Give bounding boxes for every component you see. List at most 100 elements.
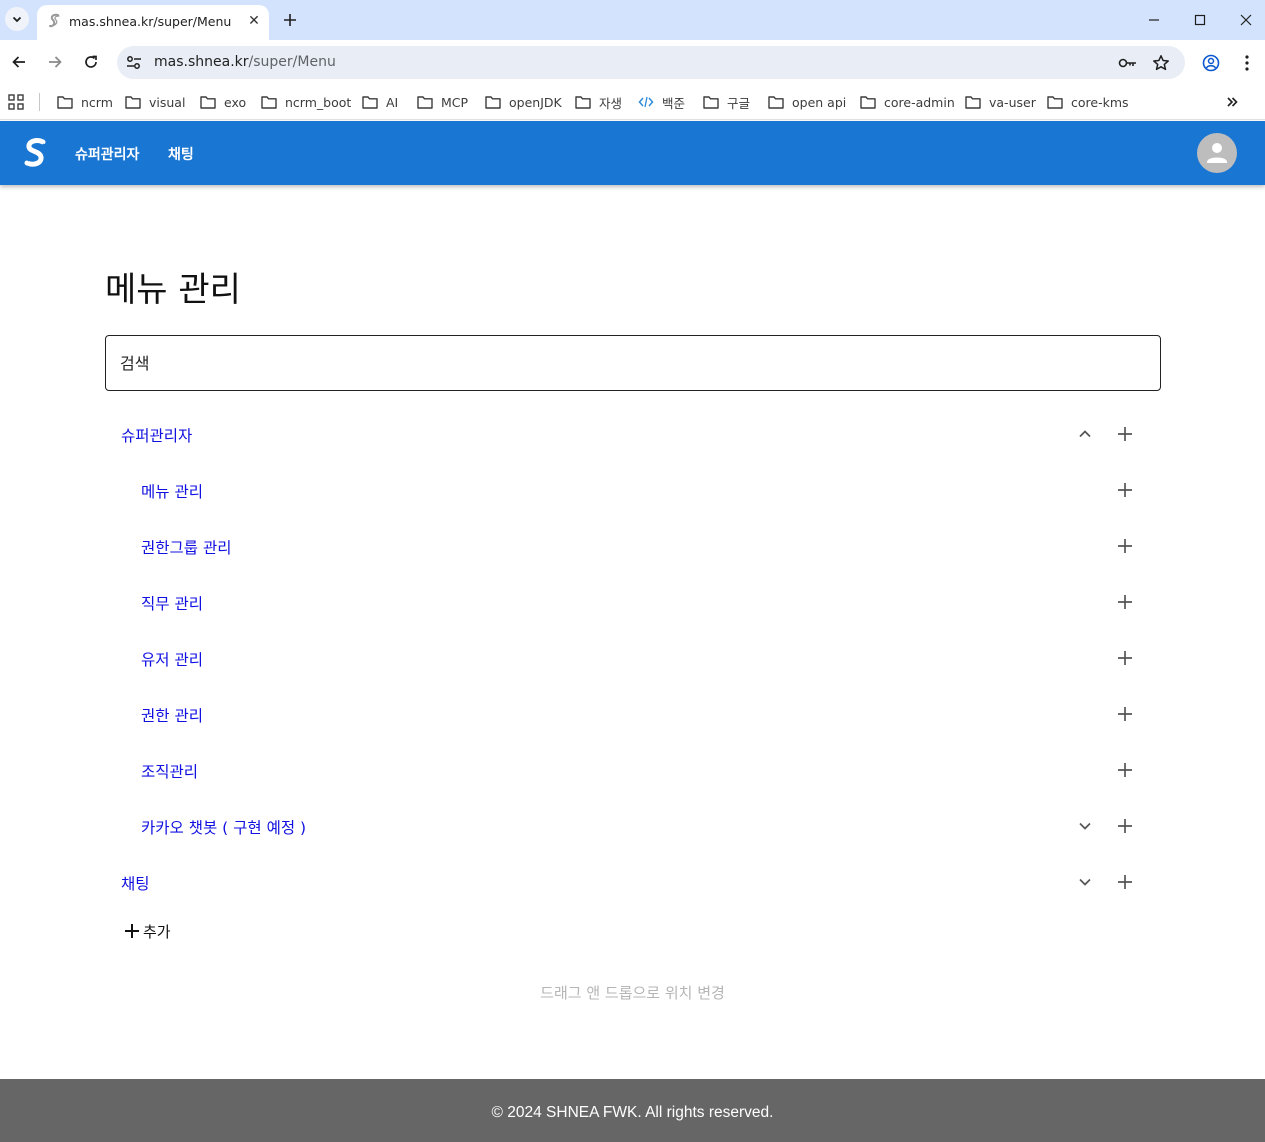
nav-super-admin[interactable]: 슈퍼관리자: [75, 144, 139, 164]
menu-item-label[interactable]: 슈퍼관리자: [121, 424, 192, 446]
menu-item-row[interactable]: 직무 관리: [105, 582, 1161, 622]
menu-item-label[interactable]: 권한 관리: [141, 704, 203, 726]
add-child-button[interactable]: [1115, 704, 1135, 724]
window-maximize-button[interactable]: [1190, 10, 1210, 30]
menu-item-row[interactable]: 유저 관리: [105, 638, 1161, 678]
menu-item-label[interactable]: 직무 관리: [141, 592, 203, 614]
plus-icon: [1118, 595, 1132, 609]
bookmark-item[interactable]: 자생: [575, 92, 622, 112]
bookmark-item[interactable]: core-admin: [860, 92, 955, 112]
bookmark-item[interactable]: visual: [125, 92, 185, 112]
folder-icon: [125, 96, 141, 109]
menu-item-row[interactable]: 권한 관리: [105, 694, 1161, 734]
browser-menu-button[interactable]: [1237, 53, 1257, 73]
menu-item-label[interactable]: 카카오 챗봇 ( 구현 예정 ): [141, 816, 306, 838]
chevron-down-icon: [12, 16, 22, 23]
menu-item-row[interactable]: 조직관리: [105, 750, 1161, 790]
app-logo-icon[interactable]: [23, 138, 49, 168]
collapse-button[interactable]: [1075, 424, 1095, 444]
menu-item-label[interactable]: 채팅: [121, 872, 150, 894]
bookmark-item[interactable]: open api: [768, 92, 846, 112]
menu-item-row[interactable]: 카카오 챗봇 ( 구현 예정 ): [105, 806, 1161, 846]
folder-icon: [1047, 96, 1063, 109]
bookmark-item[interactable]: core-kms: [1047, 92, 1129, 112]
menu-item-label[interactable]: 메뉴 관리: [141, 480, 203, 502]
add-child-button[interactable]: [1115, 480, 1135, 500]
new-tab-button[interactable]: [280, 10, 300, 30]
expand-button[interactable]: [1075, 872, 1095, 892]
profile-icon: [1202, 54, 1220, 72]
site-settings-icon[interactable]: [125, 54, 143, 72]
site-favicon-icon: [49, 13, 60, 28]
add-child-button[interactable]: [1115, 872, 1135, 892]
app-header: 슈퍼관리자 채팅: [0, 121, 1265, 185]
bookmark-label: visual: [149, 94, 186, 110]
add-child-button[interactable]: [1115, 536, 1135, 556]
menu-item-row[interactable]: 메뉴 관리: [105, 470, 1161, 510]
expand-button[interactable]: [1075, 816, 1095, 836]
bookmark-item[interactable]: va-user: [965, 92, 1036, 112]
bookmark-label: core-kms: [1071, 94, 1129, 110]
forward-button[interactable]: [45, 52, 65, 72]
tab-close-icon[interactable]: ✕: [245, 12, 263, 30]
plus-icon: [1118, 875, 1132, 889]
close-icon: [1240, 14, 1252, 26]
bookmarks-overflow-button[interactable]: [1225, 92, 1247, 112]
add-child-button[interactable]: [1115, 760, 1135, 780]
add-menu-label: 추가: [143, 922, 171, 941]
bookmark-label: ncrm: [81, 94, 113, 110]
menu-item-label[interactable]: 권한그룹 관리: [141, 536, 232, 558]
bookmark-label: MCP: [441, 94, 469, 110]
menu-group-row[interactable]: 슈퍼관리자: [105, 414, 1161, 454]
menu-item-label[interactable]: 조직관리: [141, 760, 198, 782]
bookmark-label: open api: [792, 94, 847, 110]
add-child-button[interactable]: [1115, 816, 1135, 836]
bookmark-item[interactable]: 구글: [703, 92, 750, 112]
url-path: /super/Menu: [248, 54, 336, 70]
minimize-icon: [1149, 19, 1159, 21]
password-key-button[interactable]: [1118, 53, 1138, 73]
browser-tab-active[interactable]: mas.shnea.kr/super/Menu ✕: [37, 5, 269, 40]
bookmark-item[interactable]: exo: [200, 92, 246, 112]
add-child-button[interactable]: [1115, 648, 1135, 668]
nav-chat[interactable]: 채팅: [168, 144, 194, 164]
plus-icon: [1118, 819, 1132, 833]
bookmark-item[interactable]: MCP: [417, 92, 468, 112]
apps-button[interactable]: [8, 92, 32, 112]
bookmark-item[interactable]: ncrm_boot: [261, 92, 351, 112]
add-child-button[interactable]: [1115, 592, 1135, 612]
menu-group-row[interactable]: 채팅: [105, 862, 1161, 902]
plus-icon: [1118, 651, 1132, 665]
plus-icon: [1118, 763, 1132, 777]
drag-drop-hint: 드래그 앤 드롭으로 위치 변경: [540, 984, 725, 1002]
back-button[interactable]: [9, 52, 29, 72]
bookmark-item[interactable]: AI: [362, 92, 398, 112]
folder-icon: [362, 96, 378, 109]
address-bar[interactable]: mas.shnea.kr/super/Menu: [117, 46, 1185, 79]
bookmark-item[interactable]: 백준: [638, 92, 685, 112]
bookmark-item[interactable]: openJDK: [485, 92, 562, 112]
chevron-up-icon: [1079, 430, 1091, 438]
apps-grid-icon: [8, 94, 24, 110]
bookmark-star-button[interactable]: [1151, 53, 1171, 73]
bookmark-label: exo: [224, 94, 247, 110]
menu-item-row[interactable]: 권한그룹 관리: [105, 526, 1161, 566]
window-minimize-button[interactable]: [1144, 10, 1164, 30]
add-menu-button[interactable]: 추가: [124, 920, 171, 942]
add-child-button[interactable]: [1115, 424, 1135, 444]
avatar[interactable]: [1197, 133, 1237, 173]
bookmarks-separator: [39, 93, 40, 111]
menu-item-label[interactable]: 유저 관리: [141, 648, 203, 670]
folder-icon: [703, 96, 719, 109]
folder-icon: [485, 96, 501, 109]
folder-icon: [57, 96, 73, 109]
tab-search-button[interactable]: [5, 7, 29, 31]
plus-icon: [125, 924, 139, 938]
page-title: 메뉴 관리: [105, 270, 241, 310]
search-input[interactable]: [105, 335, 1161, 391]
reload-button[interactable]: [81, 52, 101, 72]
footer-copyright: © 2024 SHNEA FWK. All rights reserved.: [491, 1104, 774, 1121]
bookmark-item[interactable]: ncrm: [57, 92, 113, 112]
profile-button[interactable]: [1201, 53, 1221, 73]
window-close-button[interactable]: [1236, 10, 1256, 30]
